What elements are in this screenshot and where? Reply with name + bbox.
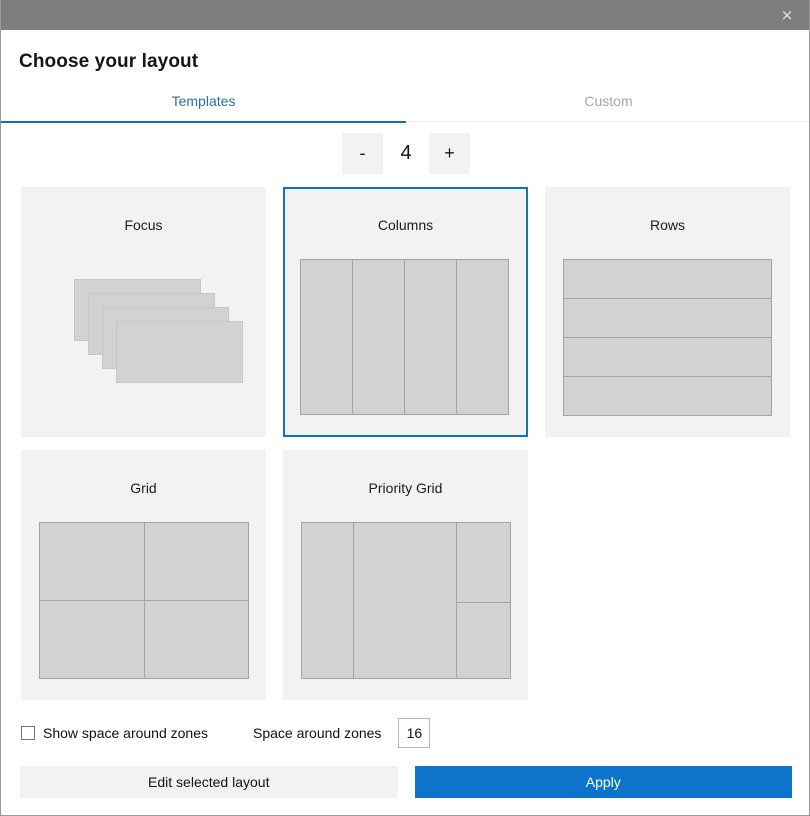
layout-preview-grid: [38, 512, 249, 688]
columns-zone-4: [456, 259, 509, 415]
priority-grid-zone-4: [456, 602, 511, 679]
space-around-zones-label: Space around zones: [253, 725, 382, 741]
window-titlebar: ×: [1, 0, 809, 30]
priority-grid-zone-3: [456, 522, 511, 603]
columns-zone-1: [300, 259, 353, 415]
rows-zone-3: [563, 337, 772, 377]
layout-preview-columns: [300, 249, 511, 425]
grid-zone-4: [144, 600, 249, 679]
tab-templates-label: Templates: [171, 93, 236, 109]
layout-card-title: Focus: [124, 217, 163, 233]
tab-custom[interactable]: Custom: [406, 90, 809, 122]
tab-custom-label: Custom: [584, 93, 633, 109]
layout-card-title: Rows: [649, 217, 685, 233]
layout-card-rows[interactable]: Rows: [545, 187, 790, 437]
layout-card-priority-grid[interactable]: Priority Grid: [283, 450, 528, 700]
layout-card-grid[interactable]: Grid: [21, 450, 266, 700]
apply-button[interactable]: Apply: [414, 766, 792, 798]
layout-preview-focus: [38, 249, 249, 425]
decrement-zones-button[interactable]: -: [342, 133, 383, 174]
rows-zone-4: [563, 376, 772, 416]
show-space-around-zones-label: Show space around zones: [43, 725, 208, 741]
show-space-around-zones-checkbox[interactable]: Show space around zones: [21, 725, 208, 741]
choose-layout-dialog: × Choose your layout Templates Custom - …: [0, 0, 810, 816]
priority-grid-zone-1: [301, 522, 354, 679]
layout-preview-priority-grid: [300, 512, 511, 688]
grid-zone-1: [39, 522, 145, 601]
grid-zone-3: [39, 600, 145, 679]
layout-options-row: Show space around zones Space around zon…: [21, 718, 791, 748]
layout-card-title: Columns: [377, 217, 434, 233]
columns-zone-2: [352, 259, 405, 415]
close-button[interactable]: ×: [764, 0, 809, 30]
layout-card-title: Grid: [130, 480, 157, 496]
tab-bar: Templates Custom: [1, 90, 809, 123]
layout-preview-rows: [562, 249, 773, 425]
rows-zone-1: [563, 259, 772, 299]
page-title: Choose your layout: [19, 51, 199, 72]
layout-template-grid: Focus Columns Rows Grid Priority Grid: [21, 187, 791, 700]
priority-grid-zone-2: [353, 522, 457, 679]
space-around-zones-input[interactable]: [398, 718, 431, 748]
zone-count-stepper: - 4 +: [1, 133, 809, 174]
focus-zone-4: [116, 321, 243, 383]
rows-zone-2: [563, 298, 772, 338]
layout-card-columns[interactable]: Columns: [283, 187, 528, 437]
grid-zone-2: [144, 522, 249, 601]
tab-custom-underline: [406, 121, 809, 122]
checkbox-box-icon: [21, 726, 35, 740]
close-icon: ×: [780, 5, 794, 24]
layout-card-title: Priority Grid: [368, 480, 443, 496]
columns-zone-3: [404, 259, 457, 415]
tab-templates[interactable]: Templates: [1, 90, 406, 123]
increment-zones-button[interactable]: +: [429, 133, 470, 174]
tab-templates-underline: [1, 121, 406, 123]
dialog-footer: Edit selected layout Apply: [20, 766, 792, 798]
layout-card-focus[interactable]: Focus: [21, 187, 266, 437]
edit-selected-layout-button[interactable]: Edit selected layout: [20, 766, 398, 798]
zone-count-value: 4: [400, 142, 412, 164]
